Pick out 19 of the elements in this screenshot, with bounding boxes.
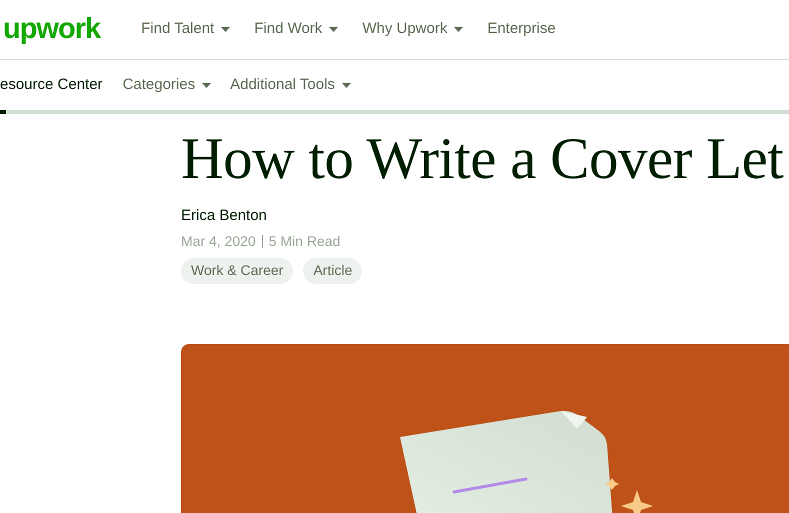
tag-link[interactable]: Article [303, 258, 362, 284]
nav-link[interactable]: Why Upwork [362, 18, 464, 41]
caret-icon [454, 27, 464, 32]
nav-link[interactable]: Find Talent [141, 18, 230, 41]
logo[interactable]: upwork [3, 15, 100, 44]
subnav-link[interactable]: Categories [122, 74, 212, 96]
read-time: 5 Min Read [268, 232, 340, 250]
caret-icon [221, 27, 230, 32]
nav-link[interactable]: Find Work [254, 18, 338, 41]
tag-link[interactable]: Work & Career [181, 258, 294, 284]
caret-icon [329, 27, 338, 32]
subnav-link[interactable]: Additional Tools [230, 74, 351, 96]
resource-center-link[interactable]: esource Center [0, 74, 103, 96]
article-title: How to Write a Cover Let [181, 129, 784, 188]
nav-link[interactable]: Enterprise [487, 18, 556, 41]
publish-date: Mar 4, 2020 [181, 232, 256, 250]
caret-icon [342, 82, 351, 88]
caret-icon [202, 82, 212, 88]
author-name: Erica Benton [181, 206, 268, 226]
